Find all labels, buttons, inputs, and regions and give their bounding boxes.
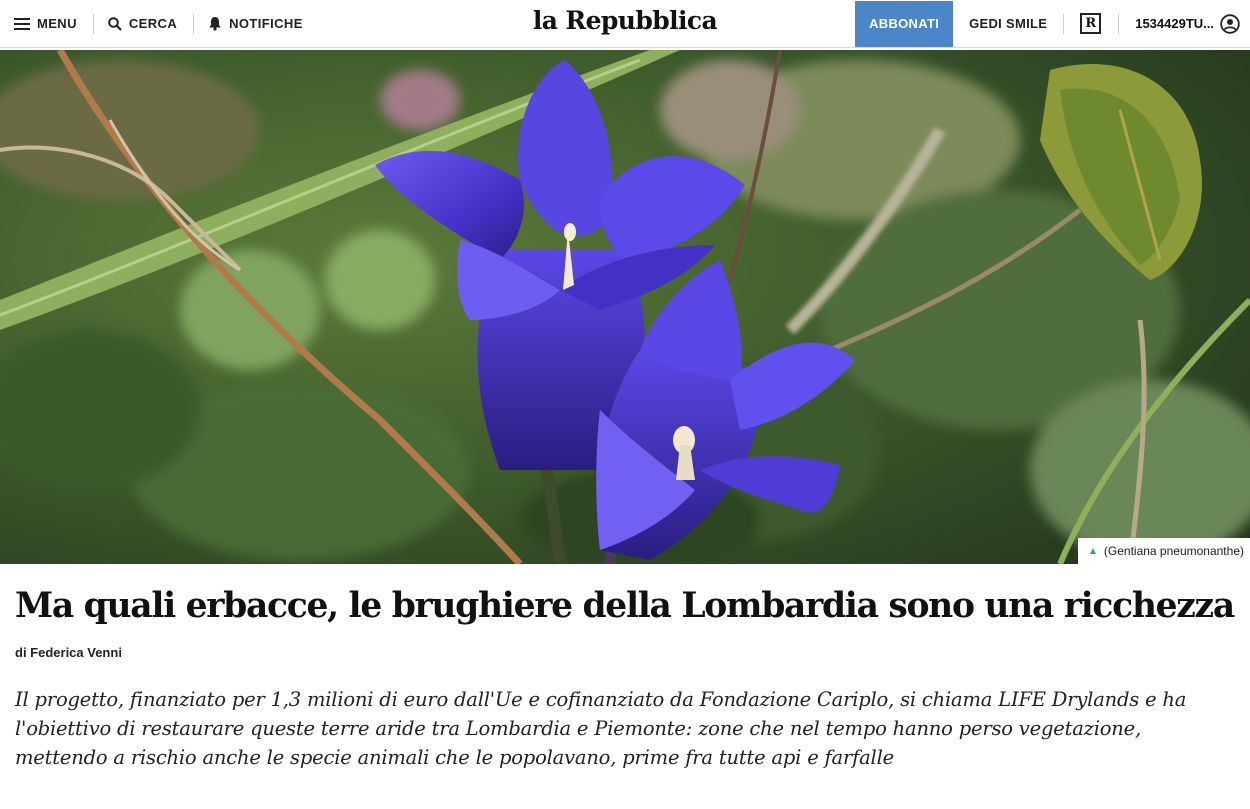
menu-label: MENU xyxy=(37,16,77,31)
notifications-label: NOTIFICHE xyxy=(229,16,303,31)
caption-text: (Gentiana pneumonanthe) xyxy=(1103,544,1244,558)
repubblica-r-icon[interactable]: R xyxy=(1080,13,1102,34)
user-avatar-icon xyxy=(1220,13,1240,34)
site-logo[interactable]: la Repubblica xyxy=(533,6,718,35)
hamburger-icon xyxy=(14,17,30,30)
search-button[interactable]: CERCA xyxy=(108,16,193,31)
subscribe-button[interactable]: ABBONATI xyxy=(855,0,954,47)
gedi-smile-link[interactable]: GEDI SMILE xyxy=(953,16,1063,31)
article-summary: Il progetto, finanziato per 1,3 milioni … xyxy=(15,688,1187,769)
site-header: MENU CERCA NOTIFICHE la Repubblica ABBON… xyxy=(0,0,1250,48)
gentian-flower-photo xyxy=(0,50,1250,564)
photo-caption[interactable]: ▲ (Gentiana pneumonanthe) xyxy=(1077,538,1250,564)
header-left-nav: MENU CERCA NOTIFICHE xyxy=(14,0,319,47)
hero-image: ▲ (Gentiana pneumonanthe) xyxy=(0,50,1250,564)
divider xyxy=(193,13,195,34)
article-byline[interactable]: di Federica Venni xyxy=(15,645,1235,660)
divider xyxy=(1063,13,1065,34)
user-account-button[interactable]: 1534429TU... xyxy=(1119,13,1250,34)
notifications-button[interactable]: NOTIFICHE xyxy=(208,16,319,31)
bell-icon xyxy=(209,17,221,31)
triangle-up-icon: ▲ xyxy=(1087,545,1098,557)
header-right-nav: ABBONATI GEDI SMILE R 1534429TU... xyxy=(855,0,1250,47)
user-label: 1534429TU... xyxy=(1135,16,1214,31)
article: Ma quali erbacce, le brughiere della Lom… xyxy=(0,584,1250,772)
search-icon xyxy=(108,16,122,31)
article-title: Ma quali erbacce, le brughiere della Lom… xyxy=(15,586,1235,626)
divider xyxy=(92,13,94,34)
search-label: CERCA xyxy=(128,16,178,31)
menu-button[interactable]: MENU xyxy=(14,16,93,31)
